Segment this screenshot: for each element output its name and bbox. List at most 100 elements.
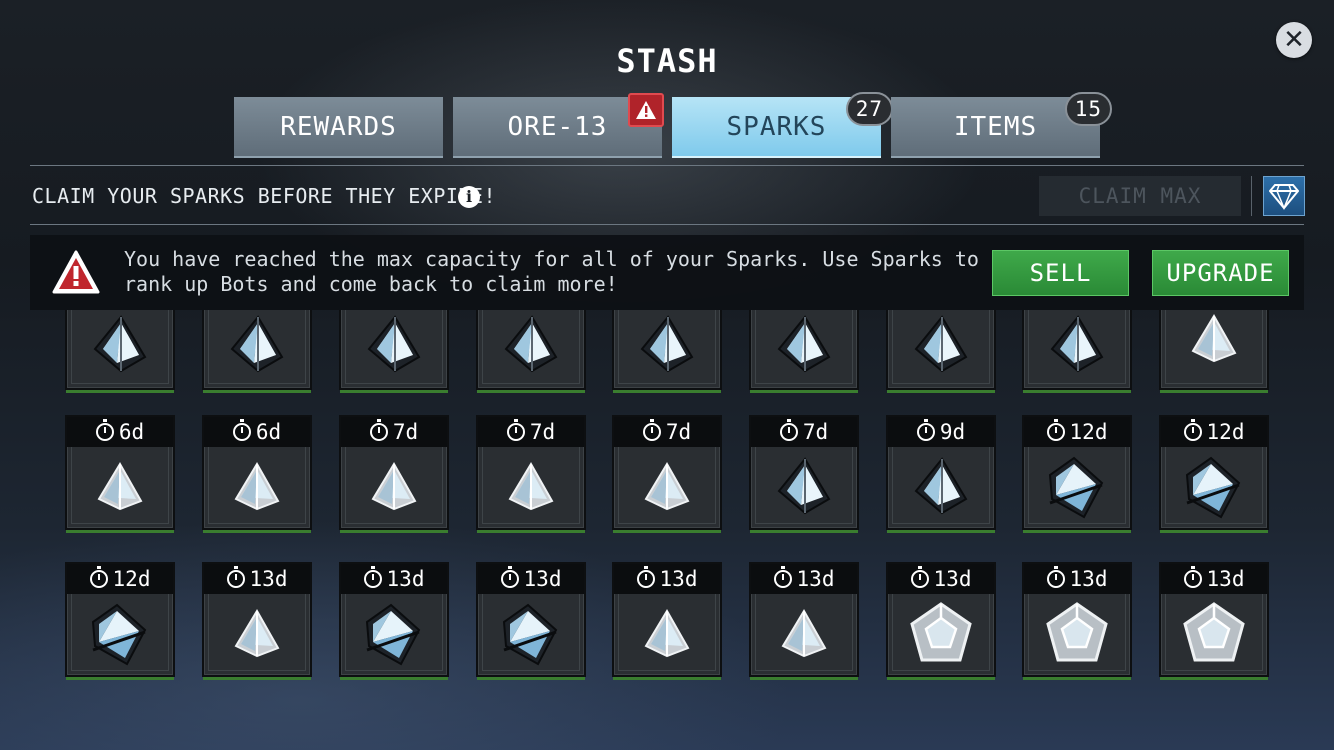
banner-message: You have reached the max capacity for al… xyxy=(124,247,979,296)
stopwatch-icon xyxy=(779,419,798,441)
octahedron-dark-icon xyxy=(1044,455,1110,525)
spark-slot[interactable]: 13d xyxy=(1022,562,1132,677)
tab-label: ORE-13 xyxy=(507,111,608,142)
tetrahedron-silver-icon xyxy=(641,461,693,517)
octahedron-dark-icon xyxy=(361,602,427,672)
tetrahedron-dark-icon xyxy=(636,313,698,379)
timer-label: 13d xyxy=(933,567,972,591)
tab-sparks[interactable]: SPARKS 27 xyxy=(672,92,893,158)
dodecahedron-silver-icon xyxy=(1044,602,1110,672)
claim-max-button[interactable]: CLAIM MAX xyxy=(1039,176,1241,216)
close-button[interactable]: ✕ xyxy=(1276,22,1312,58)
timer-label: 13d xyxy=(1069,567,1108,591)
tetrahedron-dark-icon xyxy=(89,313,151,379)
spark-slot[interactable]: 7d xyxy=(476,415,586,530)
octahedron-dark-icon xyxy=(1181,455,1247,525)
tab-label: SPARKS xyxy=(726,111,827,142)
expiry-timer: 9d xyxy=(888,417,994,447)
stopwatch-icon xyxy=(910,566,929,588)
expiry-timer: 13d xyxy=(888,564,994,594)
spark-slot[interactable]: 13d xyxy=(1159,562,1269,677)
stopwatch-icon xyxy=(916,419,935,441)
close-icon: ✕ xyxy=(1283,25,1305,55)
expiry-timer: 6d xyxy=(67,417,173,447)
max-capacity-banner: You have reached the max capacity for al… xyxy=(30,235,1304,310)
spark-slot[interactable]: 12d xyxy=(65,562,175,677)
timer-label: 7d xyxy=(529,420,556,444)
count-badge: 27 xyxy=(845,92,893,126)
tetrahedron-silver-icon xyxy=(231,461,283,517)
tetrahedron-silver-icon xyxy=(231,608,283,664)
timer-label: 7d xyxy=(392,420,419,444)
count-badge: 15 xyxy=(1064,92,1112,126)
timer-label: 6d xyxy=(255,420,282,444)
stopwatch-icon xyxy=(1046,419,1065,441)
tetrahedron-silver-icon xyxy=(641,608,693,664)
warning-icon xyxy=(628,93,664,127)
stopwatch-icon xyxy=(363,566,382,588)
tetrahedron-dark-icon xyxy=(773,313,835,379)
expiry-timer: 13d xyxy=(1024,564,1130,594)
tetrahedron-dark-icon xyxy=(910,313,972,379)
expiry-timer: 7d xyxy=(341,417,447,447)
tetrahedron-dark-icon xyxy=(773,455,835,521)
stopwatch-icon xyxy=(500,566,519,588)
spark-slot[interactable]: 12d xyxy=(1159,415,1269,530)
spark-slot[interactable]: 13d xyxy=(476,562,586,677)
tab-rewards[interactable]: REWARDS xyxy=(234,97,443,158)
tetrahedron-silver-icon xyxy=(778,608,830,664)
tetrahedron-dark-icon xyxy=(363,313,425,379)
upgrade-button[interactable]: UPGRADE xyxy=(1152,250,1289,296)
filter-icon xyxy=(1269,184,1299,210)
warning-icon xyxy=(52,250,100,294)
octahedron-dark-icon xyxy=(498,602,564,672)
tetrahedron-silver-icon xyxy=(1188,313,1240,369)
divider xyxy=(30,165,1304,166)
stopwatch-icon xyxy=(636,566,655,588)
expiry-timer: 12d xyxy=(1024,417,1130,447)
expiry-timer: 12d xyxy=(67,564,173,594)
tetrahedron-silver-icon xyxy=(505,461,557,517)
spark-slot[interactable]: 6d xyxy=(65,415,175,530)
tetrahedron-silver-icon xyxy=(94,461,146,517)
timer-label: 13d xyxy=(386,567,425,591)
stopwatch-icon xyxy=(1183,566,1202,588)
spark-slot[interactable]: 9d xyxy=(886,415,996,530)
dodecahedron-silver-icon xyxy=(908,602,974,672)
tab-ore-13[interactable]: ORE-13 xyxy=(453,93,664,158)
timer-label: 13d xyxy=(523,567,562,591)
sell-button[interactable]: SELL xyxy=(992,250,1129,296)
tetrahedron-dark-icon xyxy=(910,455,972,521)
expiry-timer: 13d xyxy=(478,564,584,594)
spark-slot[interactable]: 13d xyxy=(749,562,859,677)
timer-label: 7d xyxy=(802,420,829,444)
tab-label: REWARDS xyxy=(280,111,397,142)
spark-slot[interactable]: 13d xyxy=(339,562,449,677)
expiry-timer: 7d xyxy=(751,417,857,447)
timer-label: 12d xyxy=(1069,420,1108,444)
spark-slot[interactable]: 7d xyxy=(339,415,449,530)
stopwatch-icon xyxy=(369,419,388,441)
stopwatch-icon xyxy=(506,419,525,441)
stopwatch-icon xyxy=(773,566,792,588)
timer-label: 12d xyxy=(112,567,151,591)
spark-slot[interactable]: 7d xyxy=(612,415,722,530)
tab-items[interactable]: ITEMS 15 xyxy=(891,92,1112,158)
octahedron-dark-icon xyxy=(87,602,153,672)
spark-slot[interactable]: 12d xyxy=(1022,415,1132,530)
stopwatch-icon xyxy=(1183,419,1202,441)
spark-slot[interactable]: 13d xyxy=(612,562,722,677)
timer-label: 12d xyxy=(1206,420,1245,444)
expiry-timer: 7d xyxy=(478,417,584,447)
filter-button[interactable] xyxy=(1263,176,1305,216)
dodecahedron-silver-icon xyxy=(1181,602,1247,672)
info-icon[interactable]: i xyxy=(458,186,480,208)
subtitle: CLAIM YOUR SPARKS BEFORE THEY EXPIRE! xyxy=(32,184,497,208)
timer-label: 13d xyxy=(249,567,288,591)
spark-slot[interactable]: 7d xyxy=(749,415,859,530)
spark-slot[interactable]: 6d xyxy=(202,415,312,530)
spark-slot[interactable]: 13d xyxy=(202,562,312,677)
spark-slot[interactable]: 13d xyxy=(886,562,996,677)
tetrahedron-dark-icon xyxy=(500,313,562,379)
expiry-timer: 7d xyxy=(614,417,720,447)
